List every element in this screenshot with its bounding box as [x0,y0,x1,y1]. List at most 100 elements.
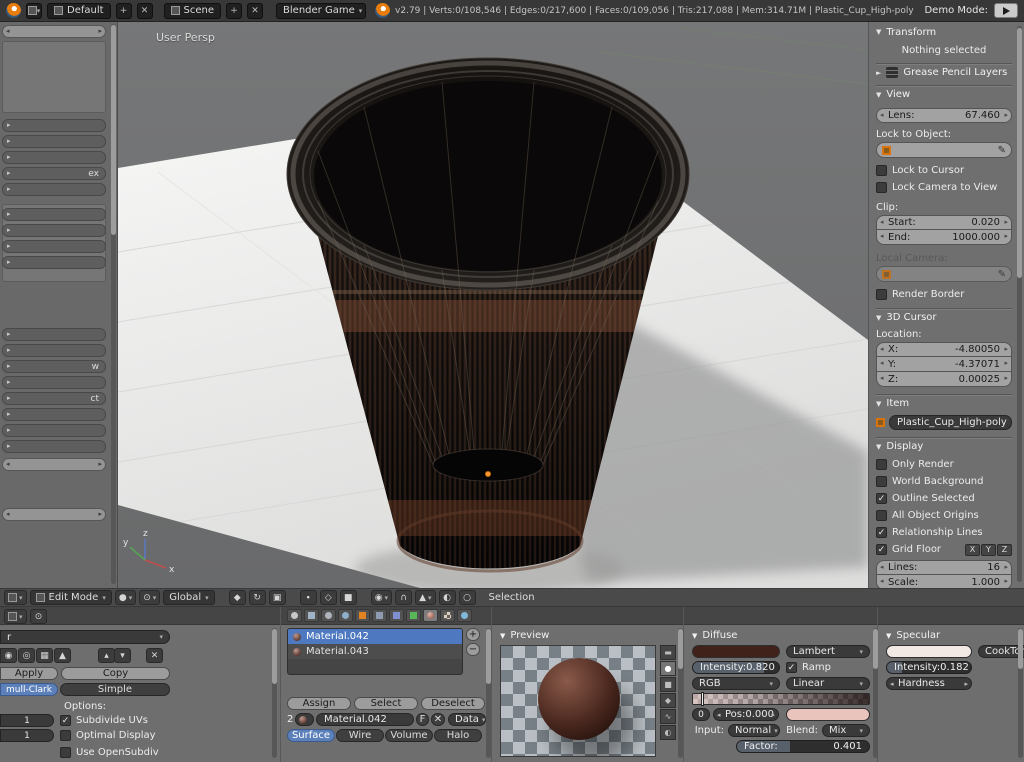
eyedropper-icon[interactable]: ✎ [998,269,1006,280]
lock-object-field[interactable]: ✎ [876,142,1012,158]
shelf-stepper[interactable] [2,25,106,38]
orientation-select[interactable]: Global▾ [163,590,214,605]
subdivide-uvs-checkbox[interactable]: ✓Subdivide UVs [60,714,148,727]
tab-data-icon[interactable] [406,609,421,622]
catmull-clark-button[interactable]: mull-Clark [0,683,58,696]
outline-selected-checkbox[interactable]: ✓Outline Selected [876,492,1012,505]
viewport-3d[interactable]: z y x User Persp [118,22,868,588]
tab-texture-icon[interactable] [440,609,455,622]
view-subdivisions-field[interactable]: 1 [0,714,54,727]
collapsed-panel[interactable] [2,424,106,437]
item-name-field[interactable]: Plastic_Cup_High-poly [889,415,1012,430]
collapsed-panel[interactable]: ct [2,392,106,405]
preview-cube-button[interactable]: ■ [660,677,676,692]
fake-user-button[interactable]: F [416,713,429,726]
link-mode-select[interactable]: Data▾ [448,713,486,726]
volume-type-button[interactable]: Volume [385,729,433,742]
delete-scene-button[interactable]: ✕ [247,3,263,19]
collapsed-panel[interactable] [2,224,106,237]
collapsed-panel[interactable] [2,119,106,132]
ramp-stop-index-field[interactable]: 0 [692,708,710,721]
modifier-name-field[interactable]: r▾ [0,630,170,644]
specular-scrollbar[interactable] [1018,628,1023,758]
modifier-move-down-button[interactable]: ▾ [114,648,131,663]
collapsed-panel[interactable] [2,328,106,341]
collapsed-panel[interactable] [2,376,106,389]
opengl-animation-button[interactable]: ○ [459,590,476,605]
only-render-checkbox[interactable]: Only Render [876,458,1012,471]
tab-physics-icon[interactable] [457,609,472,622]
diffuse-header[interactable]: ▼Diffuse [692,630,737,641]
ramp-position-field[interactable]: Pos:0.000 [713,708,779,721]
face-select-button[interactable]: ■ [340,590,357,605]
toolshelf-scrollbar[interactable] [111,24,116,584]
snap-element-select[interactable]: ▲▾ [415,590,435,605]
grid-lines-field[interactable]: Lines:16 [876,560,1012,575]
local-camera-field[interactable]: ✎ [876,266,1012,282]
editor-type-button[interactable]: ▾ [4,609,27,624]
panel-display[interactable]: ▼Display [876,438,1012,452]
modifier-editmode-toggle[interactable]: ▦ [36,648,53,663]
grid-y-toggle[interactable]: Y [981,544,996,556]
modifier-render-toggle[interactable]: ◉ [0,648,17,663]
clip-start-field[interactable]: Start:0.020 [876,215,1012,230]
shelf-stepper[interactable] [2,508,106,521]
grid-floor-checkbox[interactable]: ✓Grid Floor X Y Z [876,543,1012,556]
scene-select[interactable]: Scene [164,3,222,19]
copy-button[interactable]: Copy [61,667,170,680]
diffuse-color-swatch[interactable] [692,645,780,658]
hardness-field[interactable]: Hardness [886,677,972,690]
grid-x-toggle[interactable]: X [965,544,980,556]
mode-select[interactable]: Edit Mode▾ [30,590,112,605]
pin-id-button[interactable]: ⊙ [30,609,47,624]
npanel-scrollbar[interactable] [1017,26,1022,582]
modifier-view-toggle[interactable]: ◎ [18,648,35,663]
proportional-edit-select[interactable]: ◉▾ [371,590,392,605]
collapsed-panel[interactable] [2,440,106,453]
browse-material-button[interactable] [295,713,314,726]
panel-3d-cursor[interactable]: ▼3D Cursor [876,309,1012,323]
material-slot-row[interactable]: Material.042 [288,629,462,644]
surface-type-button[interactable]: Surface [287,729,335,742]
tab-render-layers-icon[interactable] [304,609,319,622]
add-slot-button[interactable]: + [466,628,480,641]
manipulator-translate-button[interactable]: ◆ [229,590,246,605]
preview-monkey-button[interactable]: ◆ [660,693,676,708]
tab-world-icon[interactable] [338,609,353,622]
clip-end-field[interactable]: End:1000.000 [876,230,1012,245]
editor-type-button[interactable]: ▾ [4,590,27,605]
assign-button[interactable]: Assign [287,697,351,710]
halo-type-button[interactable]: Halo [434,729,482,742]
pivot-center-select[interactable]: ⊙▾ [139,590,160,605]
modifier-scrollbar[interactable] [272,628,277,758]
modifier-delete-button[interactable]: ✕ [146,648,163,663]
manipulator-scale-button[interactable]: ▣ [269,590,286,605]
collapsed-panel[interactable] [2,208,106,221]
ramp-input-mode-select[interactable]: Normal▾ [728,724,780,737]
panel-transform[interactable]: ▼Transform [876,25,1012,39]
tab-scene-icon[interactable] [321,609,336,622]
diffuse-shader-select[interactable]: Lambert▾ [786,645,870,658]
render-border-checkbox[interactable]: Render Border [876,288,1012,301]
shelf-stepper[interactable] [2,458,106,471]
specular-color-swatch[interactable] [886,645,972,658]
preview-sphere-button[interactable]: ● [660,661,676,676]
collapsed-panel[interactable]: w [2,360,106,373]
collapsed-panel[interactable] [2,135,106,148]
material-slot-row[interactable]: Material.043 [288,644,462,659]
manipulator-rotate-button[interactable]: ↻ [249,590,266,605]
cursor-y-field[interactable]: Y:-4.37071 [876,357,1012,372]
vertex-select-button[interactable]: ∙ [300,590,317,605]
play-button[interactable] [994,3,1018,18]
simple-button[interactable]: Simple [60,683,170,696]
world-background-checkbox[interactable]: World Background [876,475,1012,488]
ramp-checkbox[interactable]: ✓Ramp [786,661,831,674]
add-scene-button[interactable]: + [226,3,242,19]
panel-view[interactable]: ▼View [876,86,1012,100]
specular-intensity-slider[interactable]: Intensity:0.182 [886,661,972,674]
ramp-factor-slider[interactable]: Factor:0.401 [736,740,870,753]
material-scrollbar[interactable] [486,628,491,758]
editor-type-button[interactable]: ▾ [26,3,42,19]
relationship-lines-checkbox[interactable]: ✓Relationship Lines [876,526,1012,539]
remove-slot-button[interactable]: − [466,643,480,656]
